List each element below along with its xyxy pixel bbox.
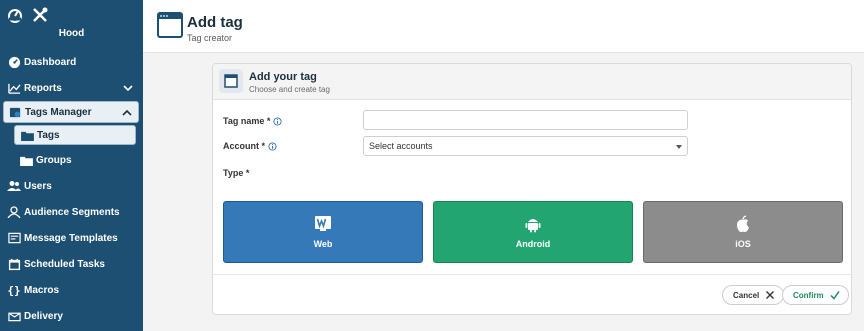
sidebar-item-label: Users xyxy=(24,180,52,192)
dashboard-icon xyxy=(7,55,21,69)
users-icon xyxy=(7,179,21,193)
window-icon xyxy=(219,69,243,93)
sidebar-item-reports[interactable]: Reports xyxy=(0,75,143,101)
type-web-label: Web xyxy=(313,239,333,249)
sidebar-item-label: Tags Manager xyxy=(25,106,92,118)
sidebar-item-scheduled-tasks[interactable]: Scheduled Tasks xyxy=(0,251,143,277)
sidebar-item-label: Audience Segments xyxy=(24,206,120,218)
type-web-button[interactable]: Web xyxy=(223,201,423,263)
cancel-label: Cancel xyxy=(733,290,760,300)
window-icon xyxy=(157,12,183,38)
sidebar-item-audience-segments[interactable]: Audience Segments xyxy=(0,199,143,225)
sidebar-item-label: Groups xyxy=(36,154,72,166)
cancel-button[interactable]: Cancel xyxy=(722,285,785,305)
info-icon[interactable] xyxy=(273,116,282,126)
account-label: Account * xyxy=(223,141,277,151)
gauge-icon[interactable] xyxy=(6,6,24,24)
tools-icon[interactable] xyxy=(31,6,49,24)
sidebar-item-label: Message Templates xyxy=(24,232,118,244)
message-templates-icon xyxy=(7,231,21,245)
sidebar-item-delivery[interactable]: Delivery xyxy=(0,303,143,329)
confirm-button[interactable]: Confirm xyxy=(782,285,849,305)
confirm-label: Confirm xyxy=(793,290,824,300)
account-select-value: Select accounts xyxy=(369,141,433,151)
caret-down-icon xyxy=(676,145,682,149)
sidebar-item-label: Tags xyxy=(37,129,60,141)
sidebar-item-label: Scheduled Tasks xyxy=(24,258,105,270)
audience-icon xyxy=(7,205,21,219)
sidebar-item-tags[interactable]: Tags xyxy=(14,125,136,145)
tag-name-label: Tag name * xyxy=(223,116,282,126)
apple-icon xyxy=(734,215,752,233)
folder-icon xyxy=(20,128,34,142)
sidebar-item-label: Reports xyxy=(24,82,62,94)
braces-icon: {} xyxy=(7,283,21,297)
sidebar-header: Hood xyxy=(0,0,143,46)
folder-icon xyxy=(19,153,33,167)
info-icon[interactable] xyxy=(268,141,277,151)
tag-name-input[interactable] xyxy=(363,110,688,130)
page-subtitle: Tag creator xyxy=(187,33,233,43)
chart-line-icon xyxy=(7,81,21,95)
chevron-down-icon[interactable] xyxy=(122,82,134,94)
check-icon xyxy=(830,291,840,300)
user-name: Hood xyxy=(58,28,85,39)
chevron-up-icon[interactable] xyxy=(121,107,133,119)
android-icon xyxy=(524,215,542,233)
sidebar-item-macros[interactable]: {} Macros xyxy=(0,277,143,303)
card-header: Add your tag Choose and create tag xyxy=(213,64,851,100)
type-ios-button[interactable]: iOS xyxy=(643,201,843,263)
page-title: Add tag xyxy=(187,14,243,31)
page-header: Add tag Tag creator xyxy=(143,0,864,53)
account-select[interactable]: Select accounts xyxy=(363,136,688,156)
type-android-label: Android xyxy=(515,239,551,249)
sidebar-item-tags-manager[interactable]: Tags Manager xyxy=(3,101,139,123)
account-label-text: Account * xyxy=(223,141,266,151)
sidebar-item-label: Macros xyxy=(24,284,60,296)
sidebar-item-message-templates[interactable]: Message Templates xyxy=(0,225,143,251)
add-tag-card: Add your tag Choose and create tag Tag n… xyxy=(212,63,852,315)
sidebar-item-label: Dashboard xyxy=(24,56,77,68)
type-ios-label: iOS xyxy=(735,239,751,249)
sidebar-item-users[interactable]: Users xyxy=(0,173,143,199)
sidebar-item-groups[interactable]: Groups xyxy=(0,147,143,173)
delivery-icon xyxy=(7,309,21,323)
sidebar: Hood Dashboard Reports Tags Manager Tags… xyxy=(0,0,143,331)
web-icon xyxy=(314,215,332,233)
sidebar-item-dashboard[interactable]: Dashboard xyxy=(0,49,143,75)
type-label: Type * xyxy=(223,168,250,178)
type-android-button[interactable]: Android xyxy=(433,201,633,263)
close-icon xyxy=(766,291,775,299)
card-footer: Cancel Confirm xyxy=(213,274,851,314)
tag-name-label-text: Tag name * xyxy=(223,116,271,126)
card-title: Add your tag xyxy=(249,71,317,83)
sidebar-item-label: Delivery xyxy=(24,310,63,322)
calendar-icon xyxy=(7,257,21,271)
tags-manager-icon xyxy=(8,105,22,119)
card-subtitle: Choose and create tag xyxy=(249,85,330,94)
